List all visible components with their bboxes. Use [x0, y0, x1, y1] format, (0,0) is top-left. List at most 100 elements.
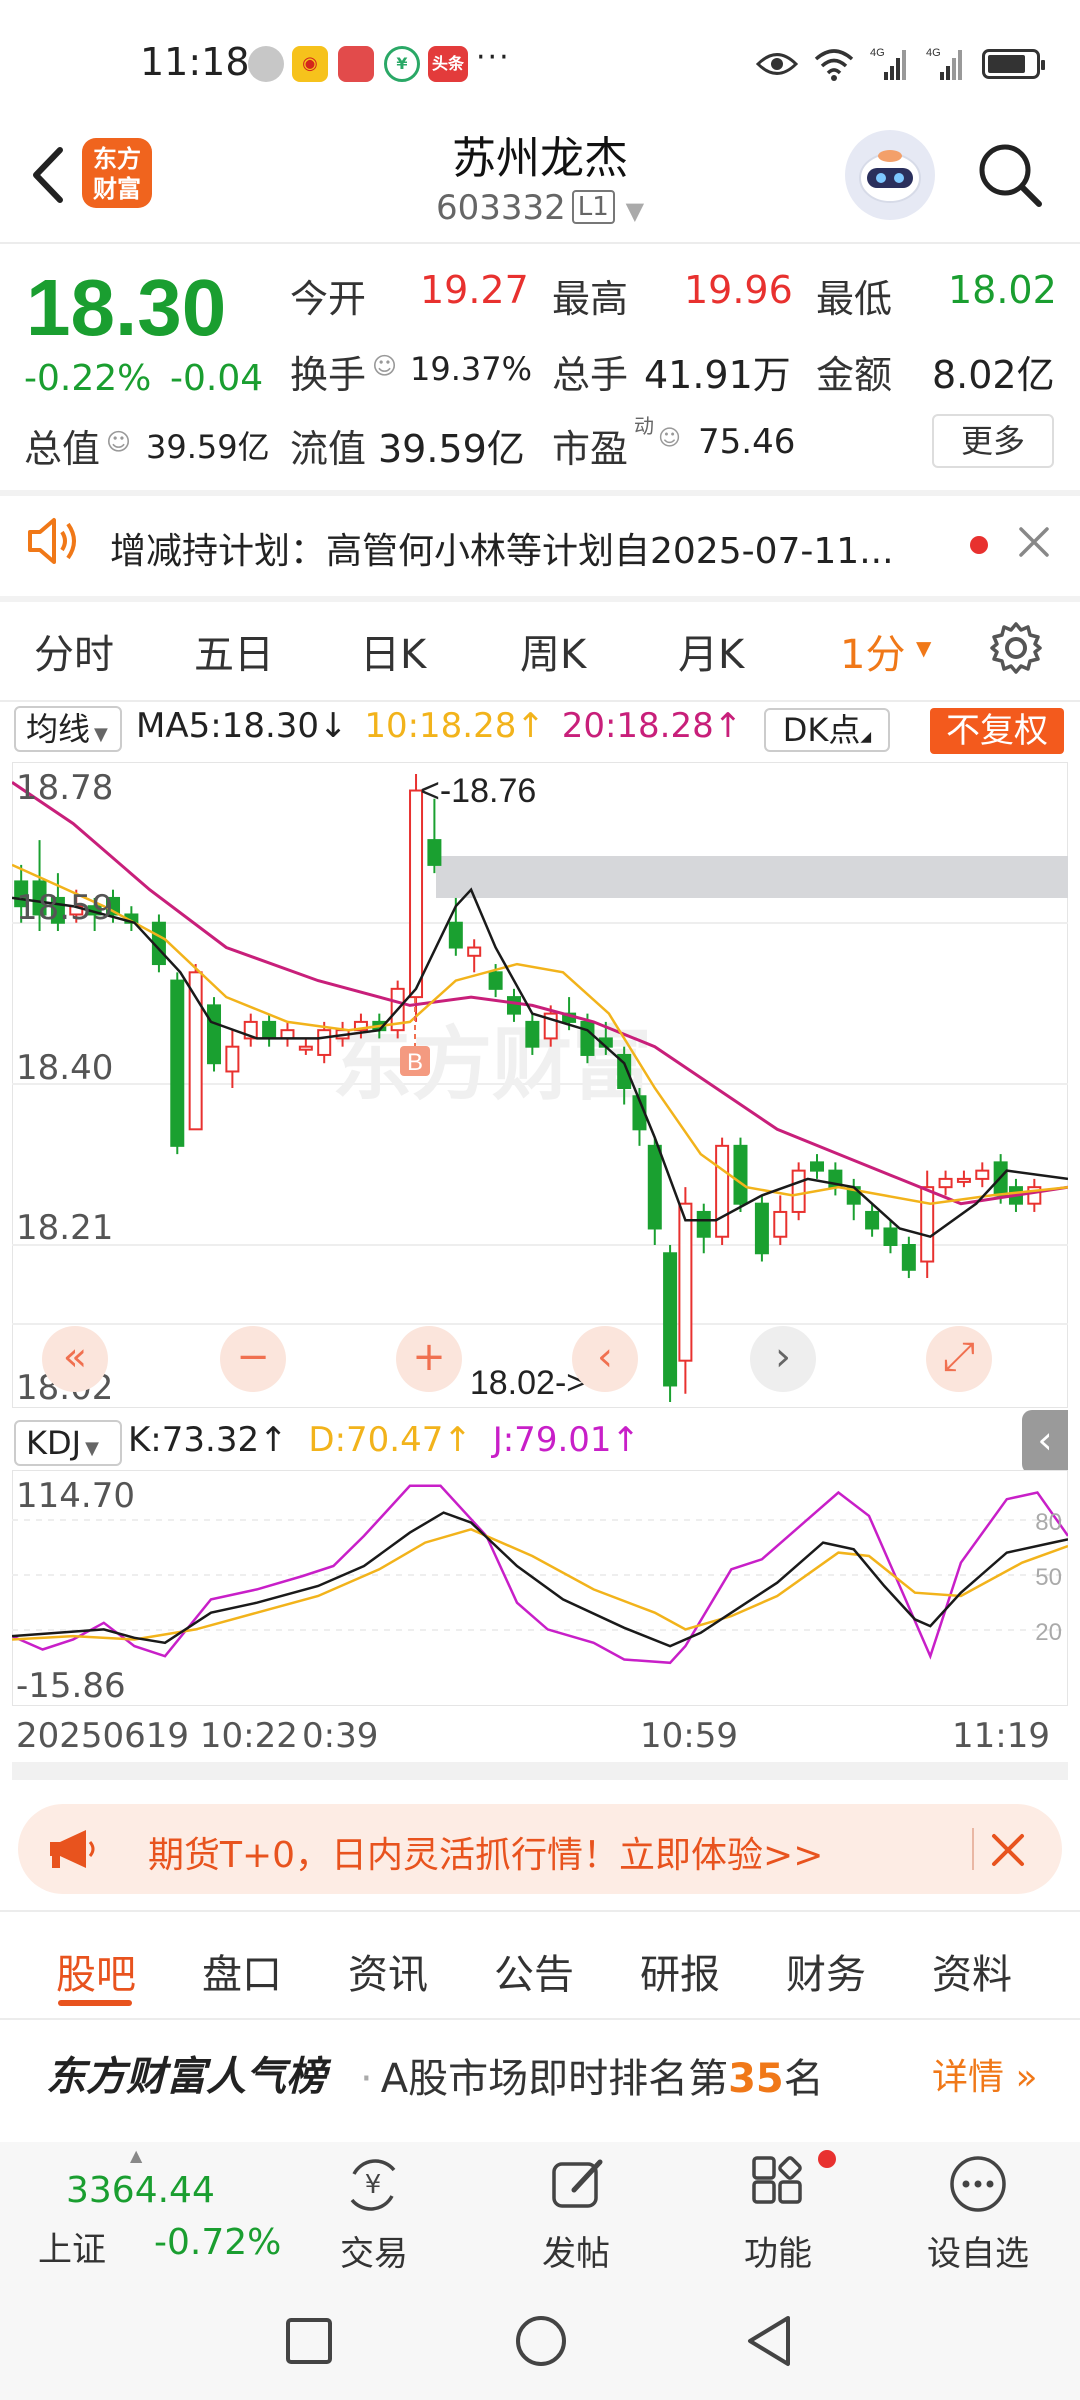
- grid-icon[interactable]: [748, 2154, 808, 2214]
- candle: [580, 1020, 595, 1056]
- kdj-k-value: K:73.32: [128, 1420, 260, 1460]
- search-icon[interactable]: [975, 140, 1045, 210]
- candle: [901, 1244, 916, 1271]
- tab-1min[interactable]: 1分: [840, 622, 905, 680]
- nav-add-watchlist-label[interactable]: 设自选: [898, 2226, 1058, 2275]
- tab-pankou[interactable]: 盘口: [202, 1942, 282, 2000]
- zoom-out-button[interactable]: −: [220, 1326, 286, 1392]
- candle: [956, 1177, 971, 1183]
- candlestick-chart[interactable]: 东方财富 B <-18.76 18.02->: [12, 762, 1068, 1408]
- kdj-d-value: D:70.47: [308, 1420, 444, 1460]
- low-value: 18.02: [948, 268, 1057, 312]
- tab-weekly-k[interactable]: 周K: [520, 622, 586, 680]
- close-icon[interactable]: [990, 1832, 1026, 1868]
- recent-apps-icon[interactable]: [284, 2316, 334, 2366]
- ma20-arrow: ↑: [713, 706, 743, 746]
- tab-announcements[interactable]: 公告: [494, 1942, 574, 2000]
- pe-label: 市盈: [552, 427, 629, 471]
- svg-text:4G: 4G: [926, 47, 941, 59]
- info-circle-icon[interactable]: ☺: [106, 428, 131, 456]
- candle: [678, 1202, 693, 1362]
- kdj-j-value: J:79.01: [492, 1420, 612, 1460]
- banner-text[interactable]: 期货T+0，日内灵活抓行情！立即体验>>: [148, 1826, 823, 1878]
- robot-assistant-icon[interactable]: [845, 130, 935, 220]
- candle: [448, 921, 463, 949]
- adjust-toggle-button[interactable]: 不复权: [930, 708, 1064, 754]
- divider: [0, 596, 1080, 602]
- time-label: 0:39: [302, 1716, 379, 1756]
- svg-text:4G: 4G: [870, 47, 885, 59]
- tab-intraday[interactable]: 分时: [34, 622, 114, 680]
- candle: [262, 1020, 277, 1040]
- index-name[interactable]: 上证: [38, 2222, 106, 2271]
- dropdown-triangle-icon[interactable]: ▼: [916, 636, 931, 660]
- close-icon[interactable]: [1018, 526, 1050, 558]
- indicator-select[interactable]: 均线 ▼: [14, 706, 122, 752]
- candle: [975, 1169, 990, 1180]
- indicator-select-label: 均线: [26, 710, 91, 748]
- dk-point-button[interactable]: DK点◢: [764, 708, 890, 752]
- notice-text[interactable]: 增减持计划：高管何小林等计划自2025-07-11...: [110, 522, 894, 574]
- scroll-left-button[interactable]: ‹: [572, 1326, 638, 1392]
- index-value[interactable]: 3364.44: [66, 2170, 215, 2211]
- candle: [317, 1029, 332, 1056]
- huawei-store-icon: [338, 46, 374, 82]
- open-label: 今开: [290, 277, 367, 321]
- unread-dot: [970, 536, 988, 554]
- ref-level: 50: [1035, 1564, 1062, 1591]
- change-abs: -0.04: [170, 358, 264, 399]
- candle: [525, 1020, 540, 1048]
- more-icon[interactable]: [948, 2154, 1008, 2214]
- candle: [733, 1144, 748, 1205]
- kdj-indicator-select[interactable]: KDJ ▼: [14, 1420, 122, 1466]
- fullscreen-icon[interactable]: ⤢: [926, 1326, 992, 1392]
- buy-marker-label: B: [407, 1049, 423, 1076]
- ma5-arrow: ↓: [319, 706, 348, 746]
- gear-icon[interactable]: [988, 620, 1044, 676]
- more-button[interactable]: 更多: [932, 414, 1054, 468]
- chart-footer-band: [12, 1762, 1068, 1780]
- amount-label: 金额: [816, 353, 893, 397]
- nav-functions-label[interactable]: 功能: [698, 2226, 858, 2275]
- candle: [663, 1252, 678, 1387]
- pe-dynamic-mark: 动: [634, 414, 654, 438]
- tab-profile[interactable]: 资料: [932, 1942, 1012, 2000]
- battery-icon: [982, 49, 1045, 79]
- collapse-panel-button[interactable]: ‹: [1022, 1410, 1068, 1474]
- tab-monthly-k[interactable]: 月K: [678, 622, 744, 680]
- tab-news[interactable]: 资讯: [348, 1942, 428, 2000]
- edit-icon[interactable]: [548, 2154, 608, 2214]
- candle: [791, 1169, 806, 1213]
- info-circle-icon[interactable]: ☺: [658, 426, 681, 451]
- zoom-in-button[interactable]: +: [396, 1326, 462, 1392]
- info-circle-icon[interactable]: ☺: [372, 352, 397, 380]
- nav-trade-label[interactable]: 交易: [294, 2226, 454, 2275]
- index-change[interactable]: -0.72%: [154, 2222, 281, 2263]
- megaphone-icon: [50, 1830, 95, 1868]
- ma5-value: MA5:18.30: [136, 706, 320, 746]
- tab-daily-k[interactable]: 日K: [360, 622, 426, 680]
- ma10-value: 10:18.28: [364, 706, 517, 746]
- candle: [427, 839, 442, 866]
- candle: [938, 1177, 953, 1189]
- tab-research[interactable]: 研报: [640, 1942, 720, 2000]
- back-triangle-icon[interactable]: [744, 2314, 794, 2368]
- turnover-value: 19.37%: [410, 350, 533, 388]
- tab-finance[interactable]: 财务: [786, 1942, 866, 2000]
- high-label: 最高: [552, 277, 629, 321]
- home-icon[interactable]: [514, 2314, 568, 2368]
- popularity-detail-link[interactable]: 详情 »: [932, 2048, 1037, 2100]
- yuan-cycle-icon[interactable]: ¥: [340, 2156, 406, 2214]
- candle: [225, 1045, 240, 1073]
- scroll-right-button[interactable]: ›: [750, 1326, 816, 1392]
- nav-post-label[interactable]: 发帖: [496, 2226, 656, 2275]
- candle: [754, 1202, 769, 1255]
- tab-five-day[interactable]: 五日: [194, 622, 274, 680]
- separator-dot: ·: [360, 2056, 373, 2102]
- tab-guba[interactable]: 股吧: [56, 1942, 136, 2000]
- stock-code: 603332: [435, 188, 566, 228]
- popularity-text[interactable]: · A股市场即时排名第35名: [360, 2046, 824, 2104]
- scroll-left-fast-button[interactable]: «: [42, 1326, 108, 1392]
- kdj-chart[interactable]: 80 50 20: [12, 1470, 1068, 1706]
- y-axis-label: 18.78: [16, 768, 114, 808]
